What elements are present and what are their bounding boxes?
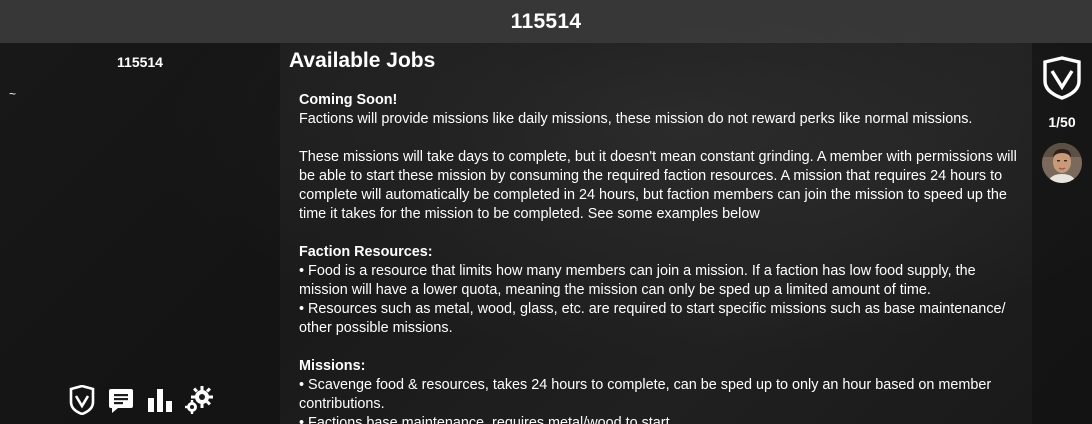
resource-item: • Resources such as metal, wood, glass, … [299, 301, 1006, 336]
stats-button[interactable] [145, 385, 175, 415]
left-sidebar: 115514 ~ [0, 43, 280, 424]
settings-button[interactable] [184, 385, 214, 415]
sidebar-nav [67, 385, 214, 415]
page-title: Available Jobs [289, 49, 436, 72]
title-bar: 115514 [0, 0, 1092, 43]
chat-button[interactable] [106, 385, 136, 415]
details-text: These missions will take days to complet… [299, 149, 1017, 222]
game-screen: 115514 115514 ~ Available Jobs Coming So… [0, 0, 1092, 424]
faction-emblem-icon [1043, 56, 1081, 100]
members-sidebar: 1/50 [1032, 43, 1092, 424]
coming-soon-label: Coming Soon! [299, 92, 398, 108]
mission-item: • Factions base maintenance, requires me… [299, 415, 670, 424]
resources-heading: Faction Resources: [299, 244, 433, 260]
faction-name: 115514 [117, 54, 163, 70]
chat-icon [109, 389, 133, 413]
faction-shield-icon [69, 385, 95, 415]
stats-icon [148, 389, 172, 412]
window-title: 115514 [510, 9, 582, 33]
resource-item: • Food is a resource that limits how man… [299, 263, 976, 298]
avatar-icon [1042, 143, 1082, 183]
member-count: 1/50 [1048, 114, 1076, 130]
jobs-panel: Available Jobs Coming Soon! Factions wil… [280, 43, 1032, 424]
faction-tag-text: ~ [9, 87, 17, 101]
mission-item: • Scavenge food & resources, takes 24 ho… [299, 377, 992, 412]
member-avatar[interactable] [1042, 143, 1082, 183]
jobs-description: Coming Soon! Factions will provide missi… [299, 91, 1024, 424]
intro-text: Factions will provide missions like dail… [299, 111, 973, 127]
faction-button[interactable] [67, 385, 97, 415]
settings-icon [185, 386, 213, 414]
missions-heading: Missions: [299, 358, 366, 374]
